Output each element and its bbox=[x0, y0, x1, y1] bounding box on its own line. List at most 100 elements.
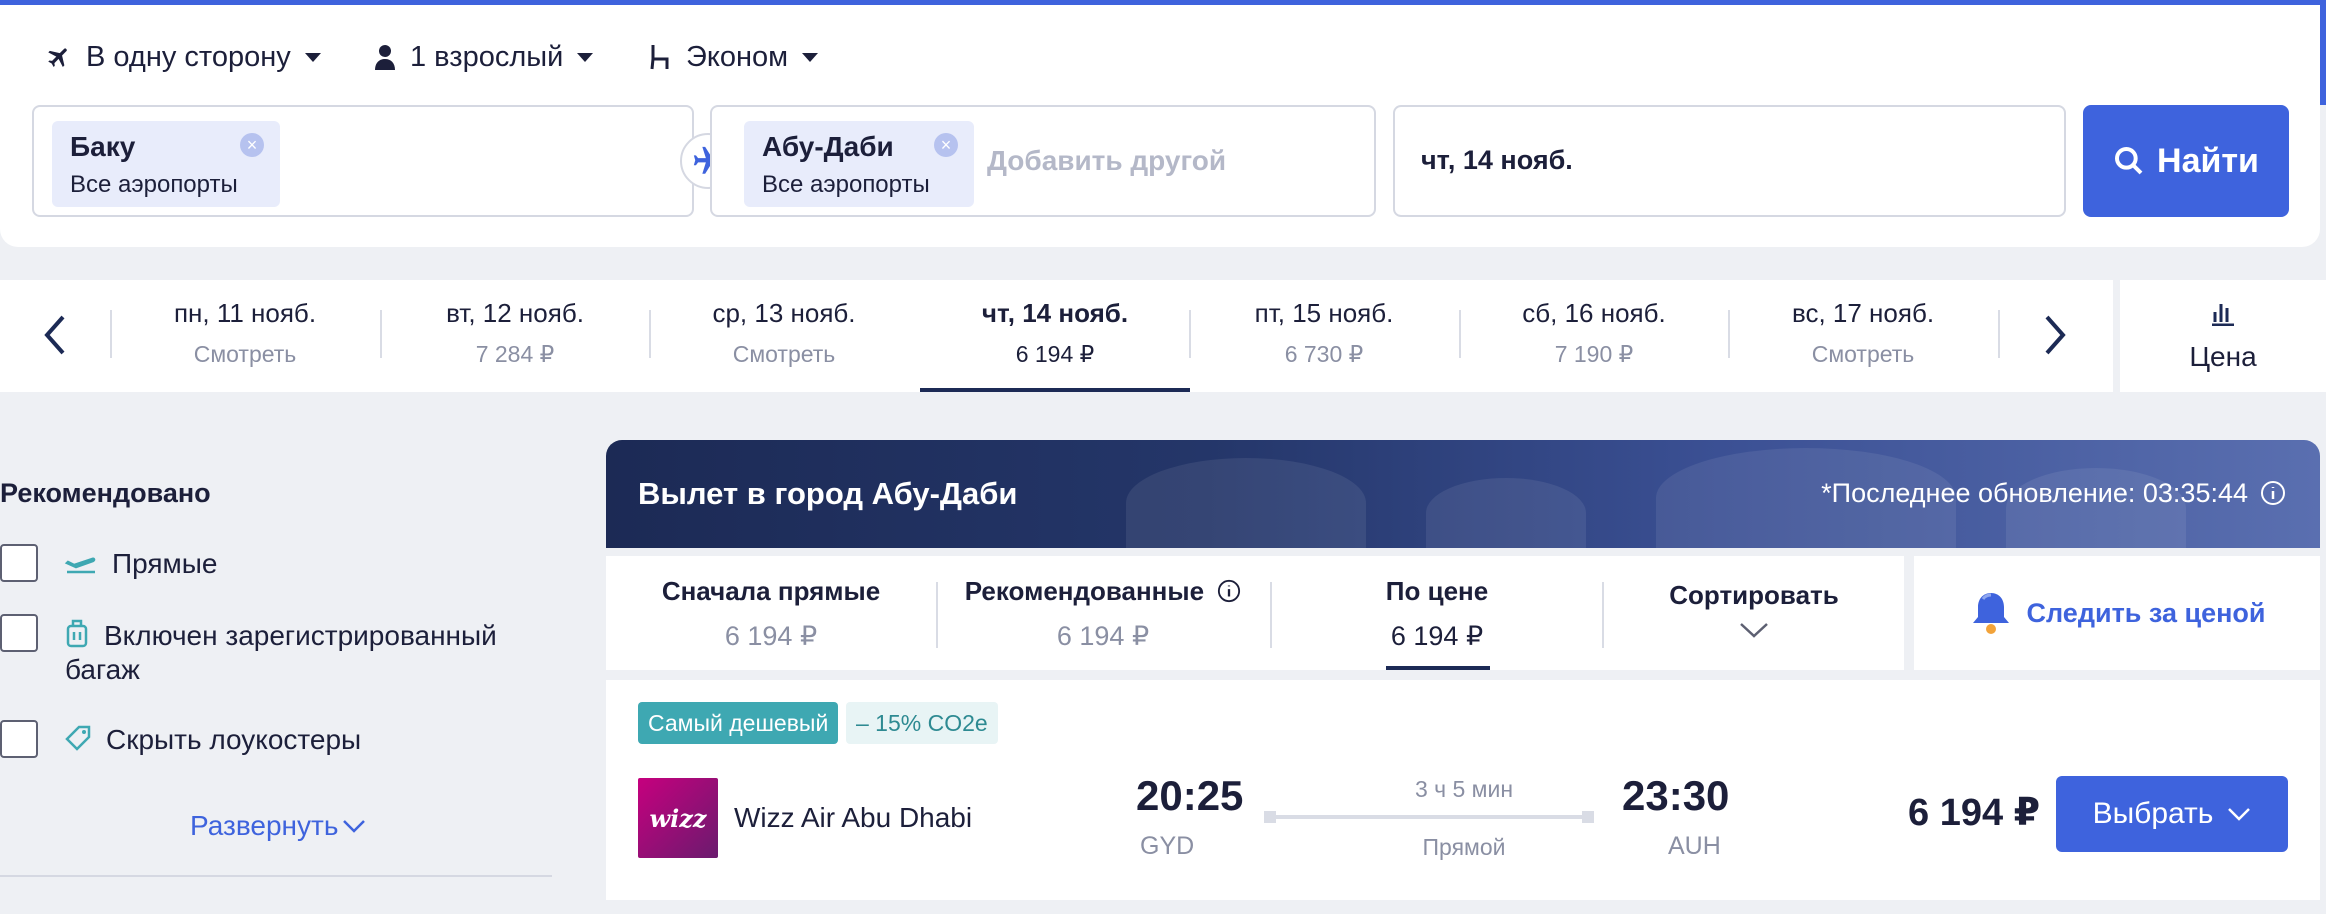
co2-badge: – 15% CO2e bbox=[846, 702, 998, 744]
date-option[interactable]: вт, 12 нояб. 7 284 ₽ bbox=[380, 280, 650, 392]
sort-by-price[interactable]: По цене 6 194 ₽ bbox=[1272, 556, 1602, 670]
date-option[interactable]: вс, 17 нояб. Смотреть bbox=[1728, 280, 1998, 392]
date-option[interactable]: ср, 13 нояб. Смотреть bbox=[649, 280, 919, 392]
find-button[interactable]: Найти bbox=[2083, 105, 2289, 217]
sort-value: 6 194 ₽ bbox=[724, 621, 818, 651]
date-label: вс, 17 нояб. bbox=[1791, 298, 1935, 328]
sort-direct-first[interactable]: Сначала прямые 6 194 ₽ bbox=[606, 556, 936, 670]
info-icon[interactable] bbox=[2260, 480, 2286, 506]
active-underline bbox=[1386, 666, 1490, 670]
find-label: Найти bbox=[2157, 141, 2259, 180]
flight-card[interactable]: Самый дешевый – 15% CO2e wizz Wizz Air A… bbox=[606, 680, 2320, 900]
chevron-down-icon bbox=[802, 52, 819, 62]
trip-type-dropdown[interactable]: В одну сторону bbox=[46, 35, 321, 79]
tag-icon bbox=[65, 725, 91, 751]
sort-name: Сортировать bbox=[1669, 580, 1839, 610]
origin-airports: Все аэропорты bbox=[70, 171, 238, 198]
bar-chart-icon bbox=[2212, 304, 2234, 327]
bell-icon bbox=[1972, 593, 2009, 634]
price-chart-toggle[interactable]: Цена bbox=[2120, 280, 2326, 392]
date-label: сб, 16 нояб. bbox=[1522, 298, 1666, 328]
chevron-left-icon bbox=[44, 315, 65, 355]
checkbox[interactable] bbox=[0, 614, 38, 652]
plane-icon bbox=[48, 48, 67, 67]
arrival-time: 23:30 bbox=[1622, 772, 1730, 819]
passengers-label: 1 взрослый bbox=[410, 40, 564, 73]
plane-takeoff-icon bbox=[64, 557, 96, 574]
add-destination-input[interactable]: Добавить другой bbox=[987, 145, 1226, 177]
track-price-label: Следить за ценой bbox=[2026, 597, 2266, 628]
filter-label: Включен зарегистрированный bbox=[104, 620, 497, 651]
stops-label: Прямой bbox=[1422, 834, 1506, 860]
departure-time: 20:25 bbox=[1136, 772, 1244, 819]
track-price-button[interactable]: Следить за ценой bbox=[1914, 556, 2320, 670]
date-option[interactable]: пт, 15 нояб. 6 730 ₽ bbox=[1189, 280, 1459, 392]
flight-duration: 3 ч 5 мин bbox=[1414, 776, 1514, 802]
airline-logo: wizz bbox=[638, 778, 718, 858]
flight-price: 6 194 ₽ bbox=[1908, 792, 2041, 834]
last-update-text: *Последнее обновление: 03:35:44 bbox=[1821, 478, 2248, 508]
scroll-indicator bbox=[2320, 5, 2326, 105]
banner-title: Вылет в город Абу-Даби bbox=[638, 476, 1018, 511]
passengers-dropdown[interactable]: 1 взрослый bbox=[374, 35, 594, 79]
origin-city: Баку bbox=[70, 131, 136, 162]
date-option[interactable]: сб, 16 нояб. 7 190 ₽ bbox=[1459, 280, 1729, 392]
expand-filters-link[interactable]: Развернуть bbox=[190, 810, 366, 842]
search-panel: В одну сторону 1 взрослый Эконом Баку Вс… bbox=[0, 5, 2320, 247]
next-dates-button[interactable] bbox=[2030, 310, 2080, 360]
date-field[interactable]: чт, 14 нояб. bbox=[1393, 105, 2066, 217]
filter-direct[interactable]: Прямые bbox=[0, 544, 218, 582]
info-icon[interactable] bbox=[1217, 579, 1241, 603]
origin-field[interactable]: Баку Все аэропорты × bbox=[32, 105, 694, 217]
checkbox[interactable] bbox=[0, 720, 38, 758]
prev-dates-button[interactable] bbox=[30, 310, 80, 360]
origin-chip[interactable]: Баку Все аэропорты × bbox=[52, 121, 280, 207]
date-label: чт, 14 нояб. bbox=[981, 298, 1129, 328]
destination-field[interactable]: Абу-Даби Все аэропорты × Добавить другой bbox=[710, 105, 1376, 217]
sort-value: 6 194 ₽ bbox=[1056, 621, 1150, 651]
filter-lowcost[interactable]: Скрыть лоукостеры bbox=[0, 720, 361, 758]
sort-recommended[interactable]: Рекомендованные 6 194 ₽ bbox=[938, 556, 1268, 670]
chevron-down-icon bbox=[304, 52, 321, 62]
price-toggle-label: Цена bbox=[2189, 341, 2257, 372]
date-label: пт, 15 нояб. bbox=[1254, 298, 1394, 328]
date-value: чт, 14 нояб. bbox=[1421, 145, 1573, 175]
chevron-down-icon bbox=[343, 820, 366, 833]
date-price: Смотреть bbox=[1811, 341, 1915, 367]
select-flight-button[interactable]: Выбрать bbox=[2056, 776, 2288, 852]
checkbox[interactable] bbox=[0, 544, 38, 582]
filter-label-wrap: Включен зарегистрированный bbox=[104, 618, 497, 654]
sort-name: Сначала прямые bbox=[661, 576, 881, 606]
date-price: 7 190 ₽ bbox=[1554, 341, 1634, 367]
remove-origin-icon[interactable]: × bbox=[240, 133, 264, 157]
date-strip: пн, 11 нояб. Смотреть вт, 12 нояб. 7 284… bbox=[0, 280, 2113, 392]
sort-name-text: Рекомендованные bbox=[964, 576, 1205, 606]
sort-value: 6 194 ₽ bbox=[1390, 621, 1484, 651]
date-price: 6 194 ₽ bbox=[1015, 341, 1095, 367]
select-label: Выбрать bbox=[2092, 797, 2214, 830]
luggage-icon bbox=[66, 619, 88, 648]
date-option[interactable]: пн, 11 нояб. Смотреть bbox=[110, 280, 380, 392]
destination-city: Абу-Даби bbox=[762, 131, 894, 162]
trip-type-label: В одну сторону bbox=[86, 40, 291, 73]
cabin-class-dropdown[interactable]: Эконом bbox=[650, 35, 819, 79]
date-price: Смотреть bbox=[732, 341, 836, 367]
sort-more-dropdown[interactable]: Сортировать bbox=[1606, 556, 1902, 670]
date-price: 7 284 ₽ bbox=[475, 341, 555, 367]
destination-chip[interactable]: Абу-Даби Все аэропорты × bbox=[744, 121, 974, 207]
route-line bbox=[1264, 811, 1594, 823]
sort-name: По цене bbox=[1385, 576, 1489, 606]
results-banner: Вылет в город Абу-Даби *Последнее обновл… bbox=[606, 440, 2320, 548]
filter-label: Скрыть лоукостеры bbox=[106, 724, 362, 755]
chevron-right-icon bbox=[2045, 315, 2066, 355]
date-label: ср, 13 нояб. bbox=[712, 298, 856, 328]
chevron-down-icon bbox=[1740, 623, 1768, 638]
search-icon bbox=[2115, 147, 2143, 175]
filters-title: Рекомендовано bbox=[0, 478, 211, 508]
divider bbox=[0, 875, 552, 877]
date-option-selected[interactable]: чт, 14 нояб. 6 194 ₽ bbox=[920, 280, 1190, 392]
filter-baggage[interactable]: Включен зарегистрированный bbox=[0, 614, 497, 654]
airline-name: Wizz Air Abu Dhabi bbox=[734, 802, 973, 833]
remove-destination-icon[interactable]: × bbox=[934, 133, 958, 157]
sort-bar: Сначала прямые 6 194 ₽ Рекомендованные 6… bbox=[606, 556, 1904, 670]
